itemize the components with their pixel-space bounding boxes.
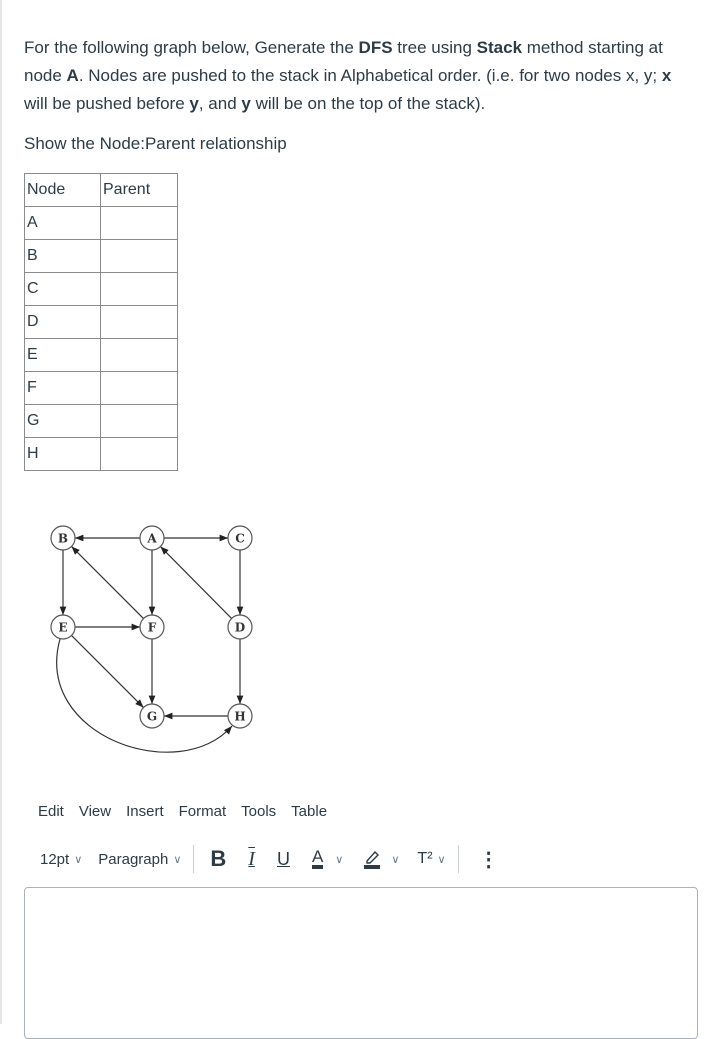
graph-node-a: A	[139, 525, 165, 551]
bold-text: y	[189, 94, 199, 113]
table-row: G	[24, 404, 178, 438]
graph-node-c: C	[227, 525, 253, 551]
question-text: For the following graph below, Generate …	[24, 34, 696, 118]
node-cell: E	[24, 338, 101, 372]
graph-edge-e-g	[71, 635, 144, 708]
editor-menubar: Edit View Insert Format Tools Table	[38, 803, 342, 820]
parent-cell	[100, 305, 178, 339]
table-row: E	[24, 338, 178, 372]
menu-tools[interactable]: Tools	[241, 803, 276, 820]
text: , and	[198, 94, 242, 113]
chevron-down-icon: ∨	[335, 853, 344, 866]
toolbar-divider	[457, 845, 459, 873]
graph-node-e: E	[50, 614, 76, 640]
graph-edge-f-b	[71, 546, 144, 619]
toolbar-divider	[193, 845, 195, 873]
menu-edit[interactable]: Edit	[38, 803, 64, 820]
more-vertical-icon: ⋮	[478, 848, 499, 871]
graph-node-b: B	[50, 525, 76, 551]
chevron-down-icon: ∨	[173, 853, 182, 866]
bold-text: Stack	[476, 38, 523, 57]
text-color-button[interactable]: A ∨	[311, 848, 344, 869]
parent-cell	[100, 206, 178, 240]
font-size-value: 12pt	[40, 850, 70, 868]
node-label: F	[148, 621, 157, 635]
superscript-icon: T²	[417, 850, 433, 867]
table-row: B	[24, 239, 178, 273]
table-row: D	[24, 305, 178, 339]
node-cell: A	[24, 206, 101, 240]
node-parent-table: Node Parent A B C D E F G H	[24, 173, 178, 471]
italic-icon: I	[248, 847, 255, 870]
header-parent: Parent	[100, 173, 178, 207]
parent-cell	[100, 371, 178, 405]
block-format-value: Paragraph	[98, 850, 169, 868]
left-border	[0, 0, 2, 1024]
graph-edge-e-h	[56, 638, 233, 753]
menu-table[interactable]: Table	[291, 803, 327, 820]
superscript-button[interactable]: T² ∨	[417, 850, 445, 868]
header-node: Node	[24, 173, 101, 207]
node-cell: F	[24, 371, 101, 405]
menu-format[interactable]: Format	[179, 803, 227, 820]
chevron-down-icon: ∨	[391, 853, 400, 866]
italic-button[interactable]: I	[248, 848, 255, 871]
parent-cell	[100, 338, 178, 372]
chevron-down-icon: ∨	[437, 853, 446, 866]
directed-graph: A B C D E F G H	[50, 525, 253, 753]
bold-text: y	[241, 94, 251, 113]
highlighter-icon	[364, 850, 381, 869]
node-label: H	[234, 710, 245, 724]
node-label: A	[146, 532, 157, 546]
table-row: F	[24, 371, 178, 405]
text: tree using	[392, 38, 477, 57]
bold-button[interactable]: B	[210, 846, 226, 872]
node-cell: G	[24, 404, 101, 438]
table-row: C	[24, 272, 178, 306]
graph-node-d: D	[227, 614, 253, 640]
node-cell: C	[24, 272, 101, 306]
editor-toolbar: 12pt ∨ Paragraph ∨ B I U A ∨ ∨ T² ∨ ⋮	[40, 845, 499, 873]
node-label: E	[58, 621, 67, 635]
text-color-icon: A	[311, 848, 324, 869]
graph-node-f: F	[139, 614, 165, 640]
node-label: C	[235, 532, 245, 546]
text: will be on the top of the stack).	[250, 94, 486, 113]
node-label: B	[58, 532, 68, 546]
font-size-dropdown[interactable]: 12pt ∨	[40, 851, 82, 868]
menu-insert[interactable]: Insert	[126, 803, 164, 820]
parent-cell	[100, 272, 178, 306]
table-row: A	[24, 206, 178, 240]
text: For the following graph below, Generate …	[24, 38, 359, 57]
graph-edge-d-a	[160, 546, 232, 619]
block-format-dropdown[interactable]: Paragraph ∨	[98, 851, 181, 868]
graph-node-h: H	[227, 703, 253, 729]
parent-cell	[100, 239, 178, 273]
table-row: H	[24, 437, 178, 471]
underline-icon: U	[276, 848, 290, 869]
chevron-down-icon: ∨	[74, 853, 83, 866]
question-paragraph: For the following graph below, Generate …	[24, 34, 696, 118]
node-cell: H	[24, 437, 101, 471]
graph-node-g: G	[139, 703, 165, 729]
more-options-button[interactable]: ⋮	[479, 847, 499, 872]
text: will be pushed before	[24, 94, 190, 113]
menu-view[interactable]: View	[79, 803, 111, 820]
bold-text: DFS	[358, 38, 393, 57]
subtitle: Show the Node:Parent relationship	[24, 134, 287, 153]
highlight-color-button[interactable]: ∨	[363, 849, 399, 869]
node-label: G	[147, 710, 157, 724]
node-label: D	[235, 621, 245, 635]
table-header-row: Node Parent	[24, 173, 178, 207]
underline-button[interactable]: U	[277, 849, 290, 870]
parent-cell	[100, 404, 178, 438]
bold-text: x	[661, 66, 672, 85]
bold-text: A	[66, 66, 79, 85]
text: . Nodes are pushed to the stack in Alpha…	[78, 66, 662, 85]
rich-text-editor-area[interactable]	[24, 887, 698, 1039]
bold-icon: B	[210, 846, 227, 871]
node-cell: D	[24, 305, 101, 339]
node-cell: B	[24, 239, 101, 273]
parent-cell	[100, 437, 178, 471]
